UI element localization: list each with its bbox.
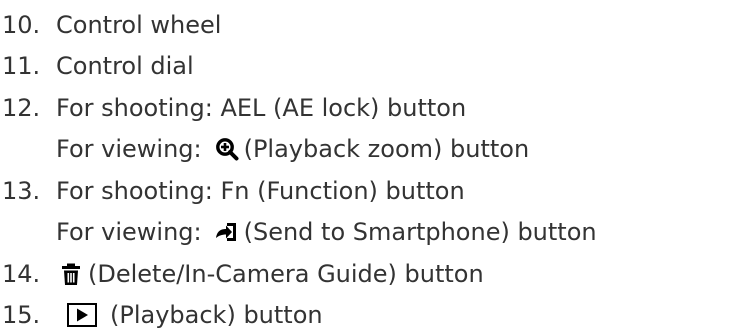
trash-icon [58,261,84,287]
zoom-in-icon [214,136,240,162]
item-number: 11. [2,52,41,81]
item-number: 12. [2,93,41,122]
list-item: 14. (Delete/In-Camera Guide) button [2,253,736,295]
item-text: Control dial [56,52,194,81]
playback-icon [64,302,100,328]
list-item: 10. Control wheel [2,4,736,46]
item-number: 15. [2,301,41,330]
item-suffix: (Delete/In-Camera Guide) button [88,259,484,288]
list-item-continuation: For viewing: (Send to Smartphone) button [2,212,736,254]
button-legend-list: 10. Control wheel 11. Control dial 12. F… [0,0,736,336]
item-text: For shooting: Fn (Function) button [56,176,465,205]
item-number: 14. [2,259,41,288]
list-item: 11. Control dial [2,46,736,88]
list-item-continuation: For viewing: (Playback zoom) button [2,129,736,171]
item-suffix: (Send to Smartphone) button [243,218,597,247]
item-prefix: For viewing: [56,135,202,164]
item-text: Control wheel [56,10,222,39]
item-number: 10. [2,10,41,39]
item-suffix: (Playback zoom) button [243,135,530,164]
item-number: 13. [2,176,41,205]
list-item: 15. (Playback) button [2,295,736,336]
list-item: 12. For shooting: AEL (AE lock) button [2,87,736,129]
item-prefix: For viewing: [56,218,202,247]
list-item: 13. For shooting: Fn (Function) button [2,170,736,212]
item-text: For shooting: AEL (AE lock) button [56,93,467,122]
send-to-smartphone-icon [214,219,240,245]
item-suffix: (Playback) button [110,301,323,330]
